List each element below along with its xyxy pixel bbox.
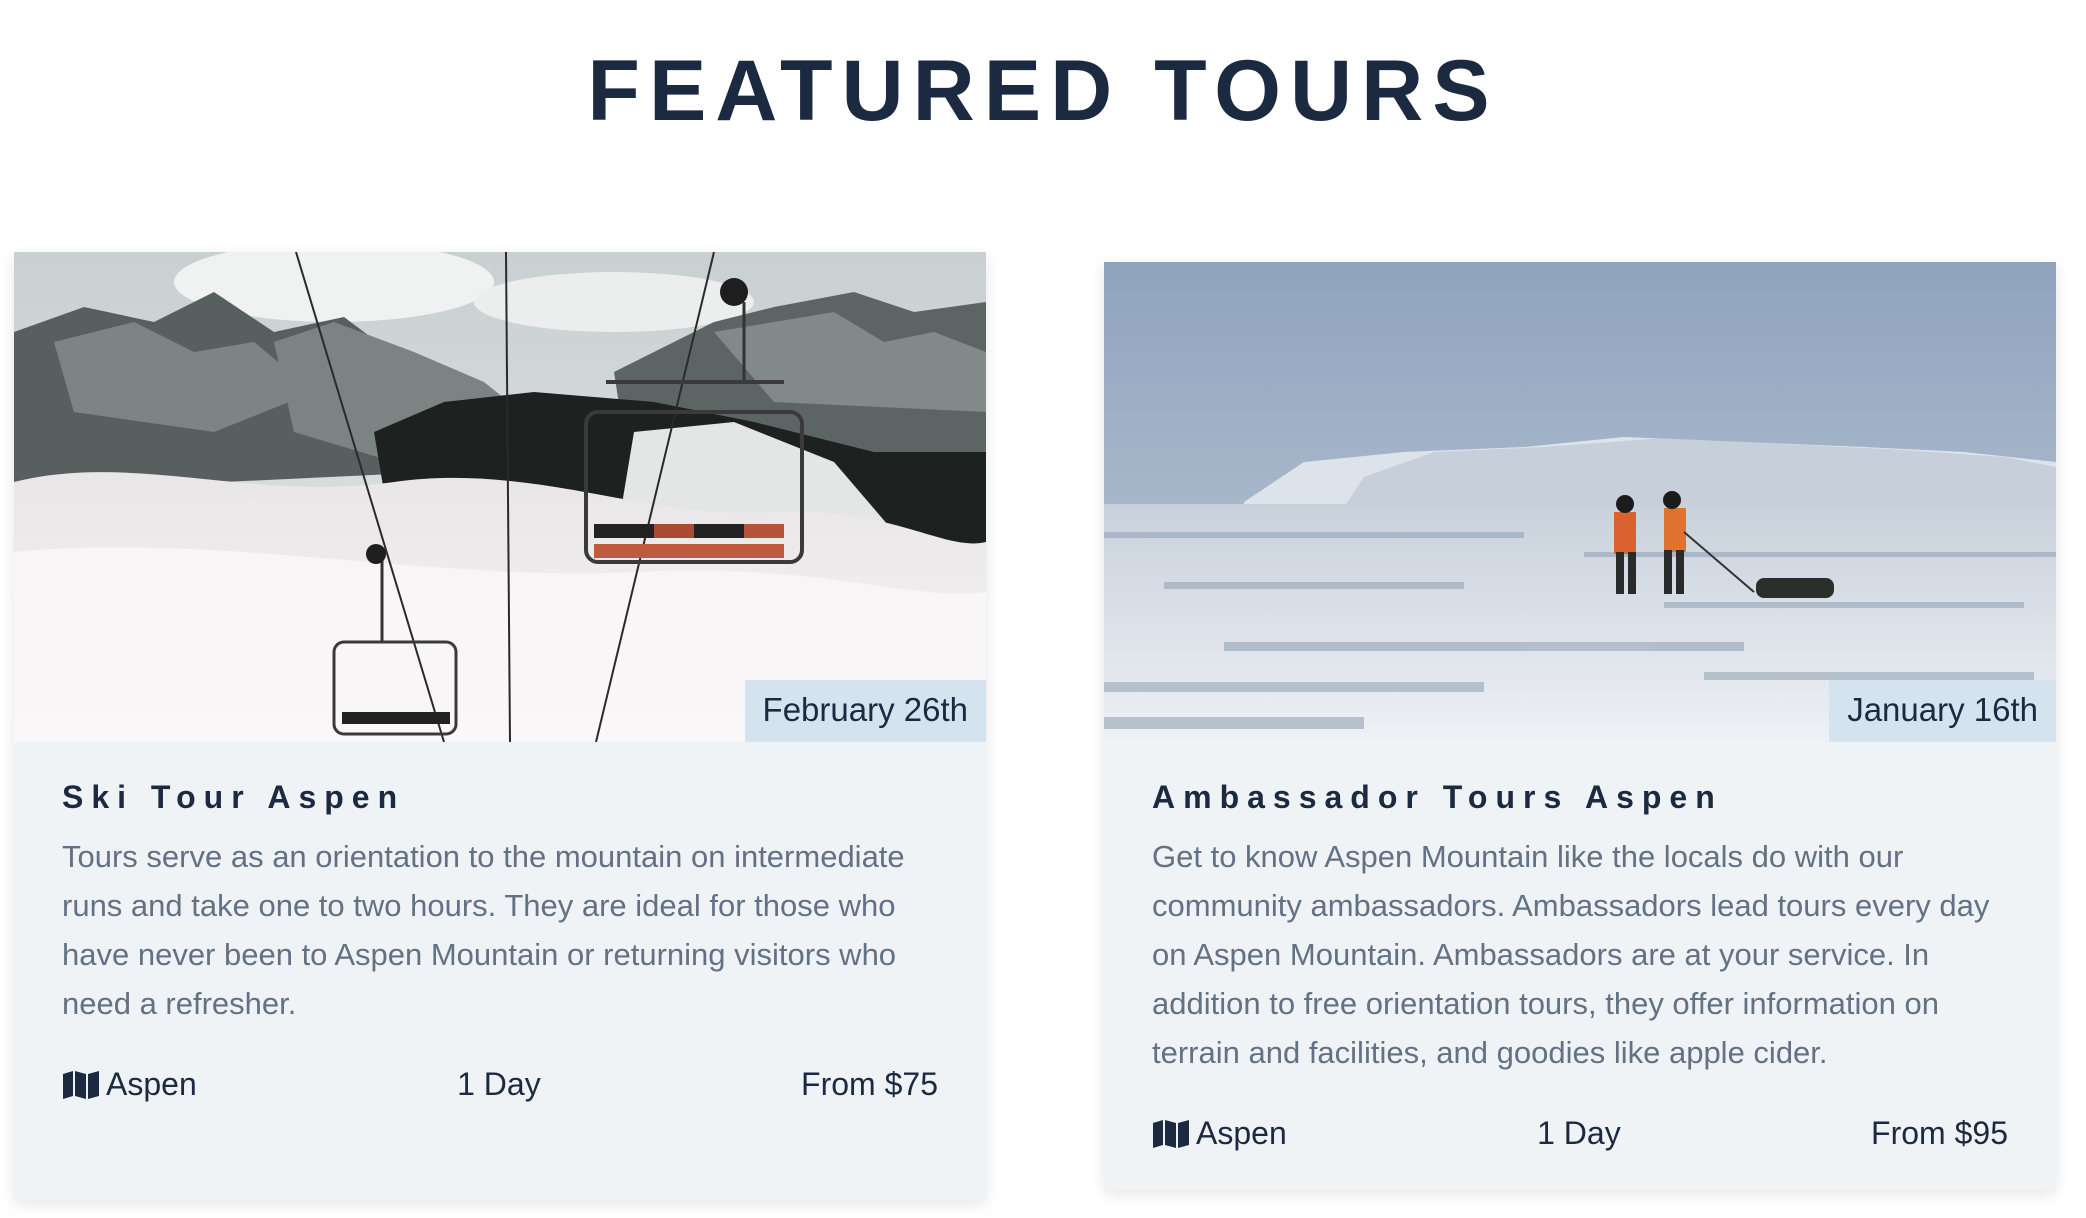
date-badge: February 26th bbox=[744, 680, 986, 742]
date-badge: January 16th bbox=[1829, 680, 2056, 742]
tour-description: Tours serve as an orientation to the mou… bbox=[62, 839, 905, 1022]
tour-meta: Aspen 1 Day From $95 bbox=[1152, 1115, 2008, 1152]
tour-duration: 1 Day bbox=[457, 1066, 541, 1103]
frozen-lake-photo bbox=[1104, 262, 2056, 742]
tour-card[interactable]: January 16th Ambassador Tours Aspen Get … bbox=[1104, 262, 2056, 1190]
tour-image[interactable]: January 16th bbox=[1104, 262, 2056, 742]
tour-location-label: Aspen bbox=[106, 1066, 197, 1103]
tour-location: Aspen bbox=[62, 1066, 197, 1103]
tour-card[interactable]: February 26th Ski Tour Aspen Tours serve… bbox=[14, 252, 986, 1200]
tour-location-label: Aspen bbox=[1196, 1115, 1287, 1152]
tour-duration: 1 Day bbox=[1537, 1115, 1621, 1152]
map-icon bbox=[1152, 1119, 1190, 1149]
tour-location: Aspen bbox=[1152, 1115, 1287, 1152]
tour-title[interactable]: Ambassador Tours Aspen bbox=[1152, 778, 2008, 816]
chairlift-photo bbox=[14, 252, 986, 742]
tour-title[interactable]: Ski Tour Aspen bbox=[62, 778, 938, 816]
tour-price: From $75 bbox=[801, 1066, 938, 1103]
section-title: FEATURED TOURS bbox=[587, 43, 1499, 139]
tour-meta: Aspen 1 Day From $75 bbox=[62, 1066, 938, 1103]
tour-price: From $95 bbox=[1871, 1115, 2008, 1152]
tour-image[interactable]: February 26th bbox=[14, 252, 986, 742]
tour-description: Get to know Aspen Mountain like the loca… bbox=[1152, 839, 1990, 1071]
map-icon bbox=[62, 1070, 100, 1100]
